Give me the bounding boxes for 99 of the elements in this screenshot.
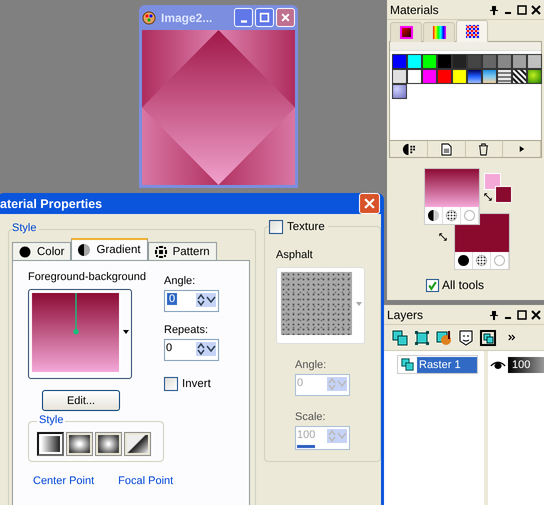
palette-icon bbox=[142, 10, 156, 24]
swatch[interactable] bbox=[497, 54, 512, 69]
swatch[interactable] bbox=[422, 69, 437, 84]
raster-layer-icon bbox=[401, 358, 414, 371]
checkbox-label: All tools bbox=[442, 278, 484, 292]
swatch[interactable] bbox=[437, 69, 452, 84]
circle-icon bbox=[19, 246, 31, 258]
play-icon bbox=[518, 145, 525, 153]
swatch[interactable] bbox=[467, 54, 482, 69]
close-icon bbox=[280, 12, 291, 23]
half-circle-icon bbox=[78, 244, 90, 256]
repeats-field[interactable]: 0 bbox=[164, 339, 219, 361]
checkbox[interactable] bbox=[269, 220, 283, 234]
tab[interactable]: Color bbox=[12, 242, 72, 260]
window-title: Image2... bbox=[161, 10, 214, 24]
checkbox[interactable] bbox=[164, 377, 178, 391]
minimize-icon bbox=[240, 20, 246, 23]
tab[interactable]: Gradient bbox=[71, 238, 148, 260]
swatch[interactable] bbox=[422, 54, 437, 69]
gradient-style-button[interactable] bbox=[66, 432, 93, 456]
group-label: Style bbox=[37, 414, 66, 426]
swatch[interactable] bbox=[512, 69, 527, 84]
angle-label: Angle: bbox=[295, 359, 326, 371]
swatch[interactable] bbox=[482, 54, 497, 69]
scroll-bar[interactable] bbox=[390, 42, 541, 51]
swatch[interactable] bbox=[497, 69, 512, 84]
swatch[interactable] bbox=[392, 69, 407, 84]
gradient-style-button[interactable] bbox=[124, 432, 151, 456]
swatch[interactable] bbox=[452, 69, 467, 84]
gradient-name: Foreground-background bbox=[28, 271, 146, 283]
mask-icon[interactable] bbox=[458, 330, 474, 346]
tab[interactable]: Pattern bbox=[148, 242, 217, 260]
close-icon[interactable] bbox=[531, 310, 541, 320]
panel-title: Materials bbox=[390, 2, 440, 16]
close-button[interactable] bbox=[359, 193, 380, 214]
materials-tab[interactable] bbox=[456, 20, 488, 42]
swatch[interactable] bbox=[512, 54, 527, 69]
document-icon bbox=[440, 142, 452, 156]
opacity-bar[interactable]: 100 bbox=[508, 357, 544, 373]
maximize-icon bbox=[259, 12, 270, 23]
swatch[interactable] bbox=[452, 54, 467, 69]
close-button[interactable] bbox=[276, 8, 295, 27]
swatch[interactable] bbox=[467, 69, 482, 84]
panel-title: Layers bbox=[387, 308, 424, 322]
checkbox-label: Texture bbox=[287, 221, 325, 233]
background-swatch[interactable] bbox=[454, 213, 510, 270]
pin-icon[interactable] bbox=[489, 310, 499, 320]
scale-label: Scale: bbox=[295, 411, 326, 423]
texture-preview[interactable] bbox=[276, 267, 365, 344]
checkbox-label: Invert bbox=[182, 378, 211, 390]
group-layer-icon[interactable] bbox=[480, 330, 496, 346]
close-icon bbox=[364, 198, 375, 209]
minimize-button[interactable] bbox=[234, 8, 253, 27]
more-icon[interactable] bbox=[508, 334, 516, 341]
maximize-icon[interactable] bbox=[517, 4, 527, 14]
maximize-icon[interactable] bbox=[517, 310, 527, 320]
maximize-button[interactable] bbox=[255, 8, 274, 27]
angle-label: Angle: bbox=[164, 275, 196, 287]
background-color-swatch[interactable] bbox=[495, 186, 512, 203]
angle-field[interactable]: 0 bbox=[164, 290, 219, 312]
group-label: Style bbox=[12, 222, 40, 234]
layer-item[interactable]: Raster 1 bbox=[397, 355, 478, 374]
foreground-color-swatch[interactable] bbox=[484, 173, 501, 190]
gradient-style-button[interactable] bbox=[37, 432, 64, 456]
swatch[interactable] bbox=[392, 54, 407, 69]
materials-tab[interactable] bbox=[390, 22, 422, 42]
swatch[interactable] bbox=[527, 54, 542, 69]
swatch[interactable] bbox=[482, 69, 497, 84]
materials-tab[interactable] bbox=[423, 22, 455, 42]
swatch[interactable] bbox=[392, 84, 407, 99]
eye-icon[interactable] bbox=[490, 360, 506, 370]
dialog-title: aterial Properties bbox=[0, 196, 104, 210]
swatch[interactable] bbox=[437, 54, 452, 69]
swatch[interactable] bbox=[407, 69, 422, 84]
swatch-options-icon bbox=[402, 142, 415, 156]
edit-button[interactable]: Edit... bbox=[42, 390, 120, 411]
vector-layer-icon[interactable] bbox=[414, 330, 430, 346]
layers-icon[interactable] bbox=[392, 330, 408, 346]
pattern-icon bbox=[154, 246, 167, 258]
palette-icon[interactable] bbox=[436, 330, 452, 346]
spinner-arrows-icon[interactable] bbox=[196, 293, 216, 307]
group-label: Center Point bbox=[33, 475, 94, 487]
swatch[interactable] bbox=[527, 69, 542, 84]
foreground-swatch[interactable] bbox=[424, 168, 480, 225]
checkbox[interactable] bbox=[426, 278, 439, 292]
pin-icon[interactable] bbox=[489, 4, 499, 14]
repeats-label: Repeats: bbox=[164, 324, 208, 336]
spinner-arrows-icon[interactable] bbox=[196, 342, 216, 356]
swap-icon[interactable] bbox=[438, 232, 448, 242]
close-icon[interactable] bbox=[531, 4, 541, 14]
swap-icon[interactable] bbox=[483, 192, 493, 202]
swatch[interactable] bbox=[407, 54, 422, 69]
layer-name: Raster 1 bbox=[417, 356, 477, 372]
trash-icon bbox=[478, 142, 490, 156]
gradient-style-button[interactable] bbox=[95, 432, 122, 456]
group-label: Focal Point bbox=[118, 475, 174, 487]
gradient-preview[interactable] bbox=[28, 289, 132, 379]
dropdown-arrow-icon[interactable] bbox=[123, 330, 129, 334]
texture-name: Asphalt bbox=[276, 249, 313, 261]
